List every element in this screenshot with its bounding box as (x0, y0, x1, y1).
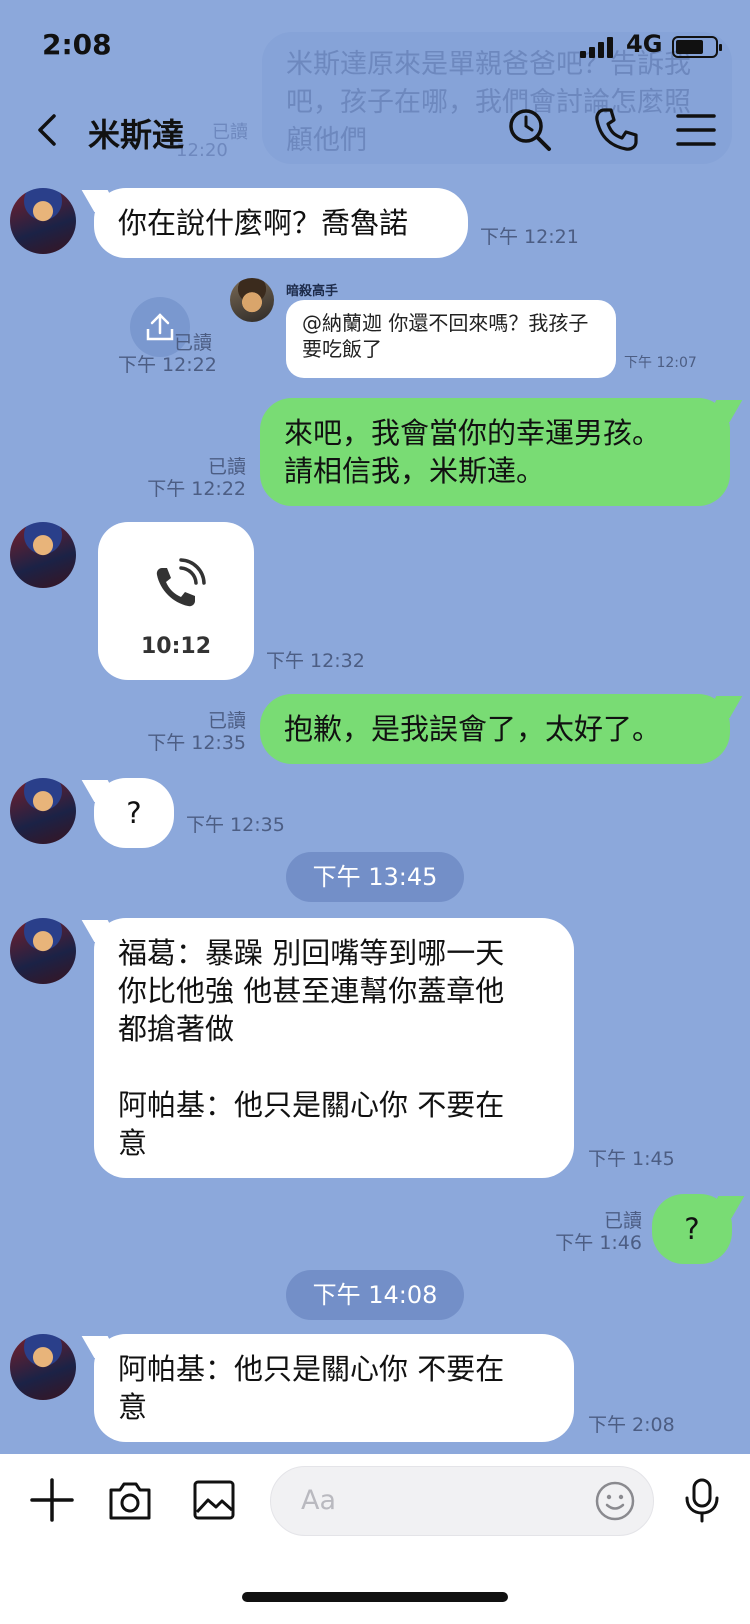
microphone-icon[interactable] (678, 1476, 726, 1524)
message-timestamp: 下午 12:32 (266, 650, 365, 672)
read-label: 已讀 (207, 456, 246, 478)
message-timestamp: 下午 1:46 (555, 1232, 642, 1254)
message-timestamp: 下午 1:45 (588, 1148, 675, 1170)
message-timestamp: 下午 2:08 (588, 1414, 675, 1436)
call-duration: 10:12 (140, 634, 212, 659)
message-text: 你在說什麼啊？喬魯諾 (118, 206, 409, 240)
message-text-line: 福葛：暴躁 別回嘴等到哪一天 (118, 936, 505, 970)
battery-icon (672, 36, 722, 58)
voice-call-bubble[interactable]: 10:12 (98, 522, 254, 680)
message-text-line: 意 (118, 1390, 148, 1424)
message-bubble-outgoing[interactable]: 抱歉，是我誤會了，太好了。 (260, 694, 730, 764)
date-divider: 下午 14:08 (286, 1270, 464, 1320)
status-time: 2:08 (42, 28, 112, 61)
sender-name: 暗殺高手 (286, 284, 339, 299)
read-label: 已讀 (173, 332, 212, 354)
message-text-line: 來吧，我會當你的幸運男孩。 (284, 416, 662, 450)
message-timestamp: 下午 12:22 (147, 478, 246, 500)
message-bubble-incoming[interactable]: 你在說什麼啊？喬魯諾 (94, 188, 468, 258)
contact-avatar[interactable] (10, 918, 76, 984)
home-indicator[interactable] (242, 1592, 508, 1602)
message-timestamp: 下午 12:21 (480, 226, 579, 248)
signal-icon (580, 36, 616, 58)
contact-avatar[interactable] (10, 188, 76, 254)
message-bubble-incoming[interactable]: 阿帕基：他只是關心你 不要在 意 (94, 1334, 574, 1442)
image-icon[interactable] (190, 1476, 238, 1524)
message-text-line: 你比他強 他甚至連幫你蓋章他 (118, 974, 505, 1008)
chat-title: 米斯達 (88, 116, 185, 154)
call-icon (156, 558, 206, 607)
phone-call-icon[interactable] (592, 106, 640, 154)
message-text-line: 請相信我，米斯達。 (284, 454, 546, 488)
quoted-timestamp: 下午 12:07 (624, 355, 697, 371)
message-bubble-outgoing[interactable]: 來吧，我會當你的幸運男孩。 請相信我，米斯達。 (260, 398, 730, 506)
message-text-line: 阿帕基：他只是關心你 不要在 (118, 1088, 505, 1122)
message-timestamp: 下午 12:35 (186, 814, 285, 836)
message-bubble-incoming[interactable]: 福葛：暴躁 別回嘴等到哪一天 你比他強 他甚至連幫你蓋章他 都搶著做 阿帕基：他… (94, 918, 574, 1178)
search-icon[interactable] (506, 106, 554, 154)
message-input-placeholder: Aa (301, 1485, 337, 1516)
message-text-line: 都搶著做 (118, 1012, 235, 1046)
network-type: 4G (626, 30, 663, 58)
sender-avatar (230, 278, 274, 322)
quoted-message-text: @納蘭迦 你還不回來嗎？我孩子要吃飯了 (302, 311, 589, 361)
contact-avatar[interactable] (10, 1334, 76, 1400)
message-text: ? (126, 796, 142, 830)
emoji-icon[interactable] (593, 1479, 637, 1523)
quoted-message[interactable]: @納蘭迦 你還不回來嗎？我孩子要吃飯了 (286, 300, 616, 378)
message-input[interactable]: Aa (270, 1466, 654, 1536)
date-divider: 下午 13:45 (286, 852, 464, 902)
message-text-line: 阿帕基：他只是關心你 不要在 (118, 1352, 505, 1386)
message-text: 抱歉，是我誤會了，太好了。 (284, 712, 662, 746)
message-text: ? (684, 1212, 700, 1246)
plus-icon[interactable] (28, 1476, 76, 1524)
message-timestamp: 下午 12:35 (147, 732, 246, 754)
message-text-line: 意 (118, 1126, 148, 1160)
contact-avatar[interactable] (10, 522, 76, 588)
message-timestamp: 下午 12:22 (118, 354, 217, 376)
back-icon[interactable] (30, 110, 70, 150)
camera-icon[interactable] (106, 1476, 154, 1524)
message-bubble-incoming[interactable]: ? (94, 778, 174, 848)
read-label: 已讀 (603, 1210, 642, 1232)
menu-icon[interactable] (672, 106, 720, 154)
read-label: 已讀 (207, 710, 246, 732)
contact-avatar[interactable] (10, 778, 76, 844)
message-bubble-outgoing[interactable]: ? (652, 1194, 732, 1264)
